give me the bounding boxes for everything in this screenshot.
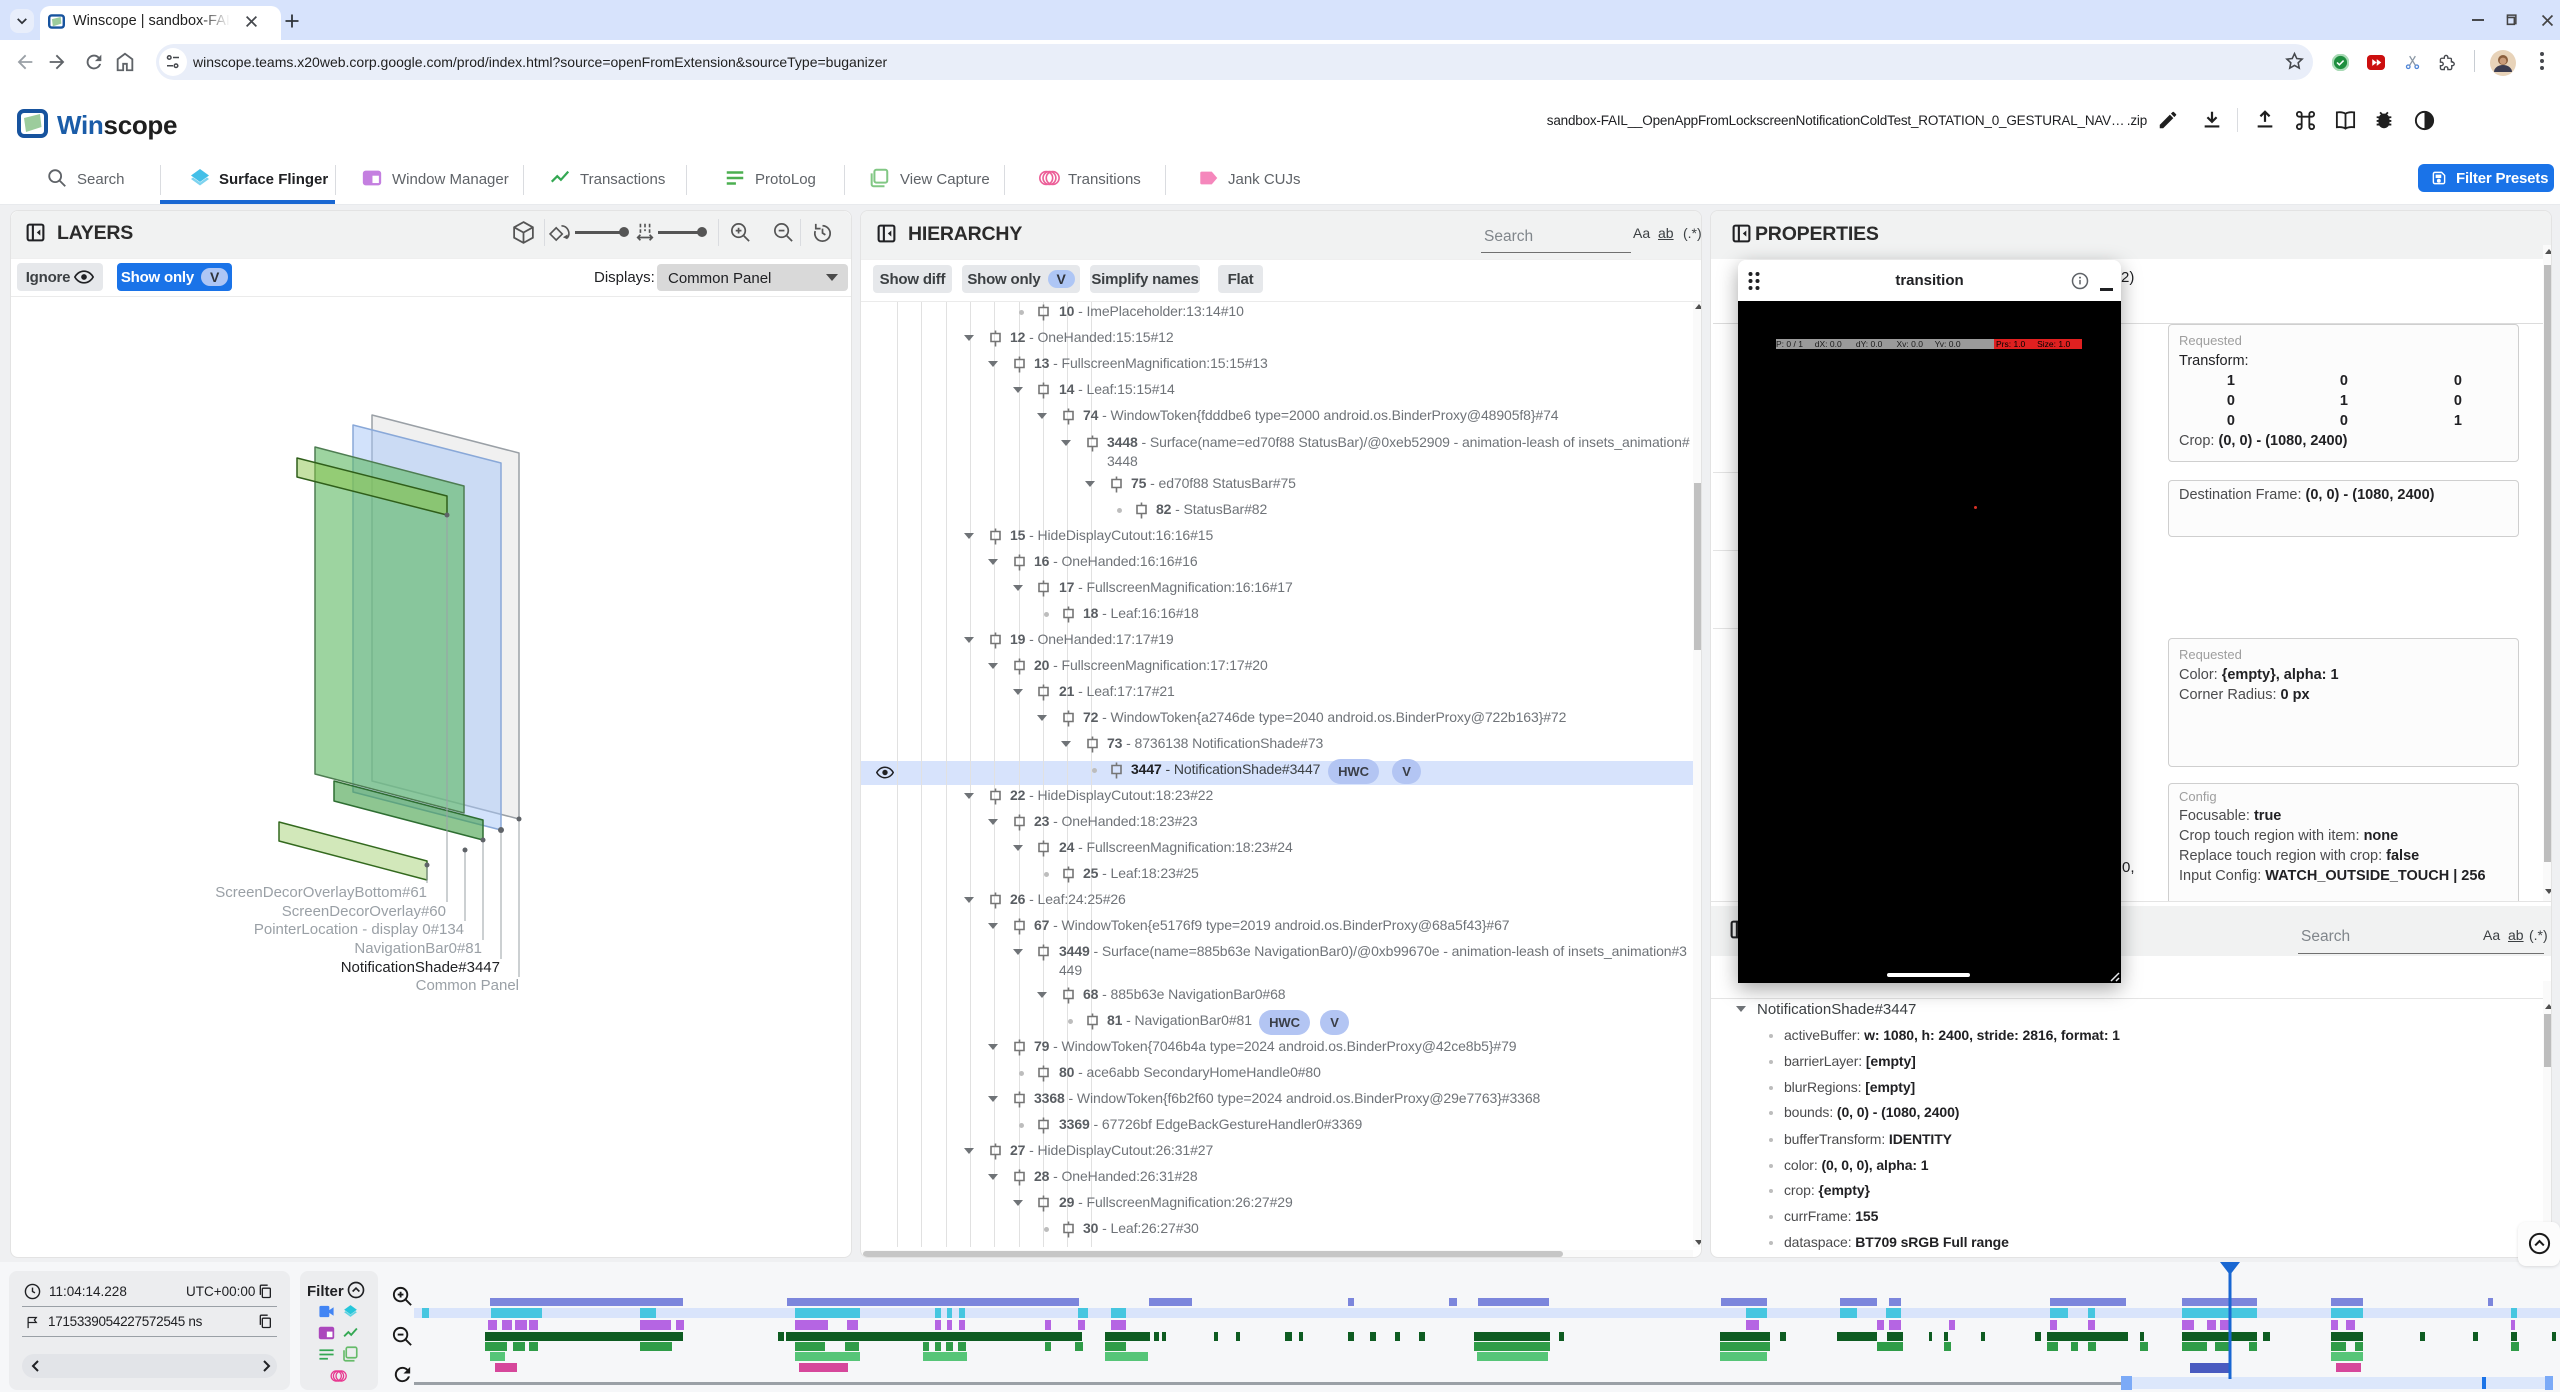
svg-text:NotificationShade#3447: NotificationShade#3447 (341, 959, 500, 976)
svg-text:NavigationBar0#81: NavigationBar0#81 (354, 940, 482, 957)
svg-text:PointerLocation - display 0#13: PointerLocation - display 0#134 (254, 921, 464, 938)
svg-text:Common Panel: Common Panel (416, 977, 519, 994)
svg-text:ScreenDecorOverlay#60: ScreenDecorOverlay#60 (282, 903, 446, 920)
svg-text:ScreenDecorOverlayBottom#61: ScreenDecorOverlayBottom#61 (215, 884, 427, 901)
